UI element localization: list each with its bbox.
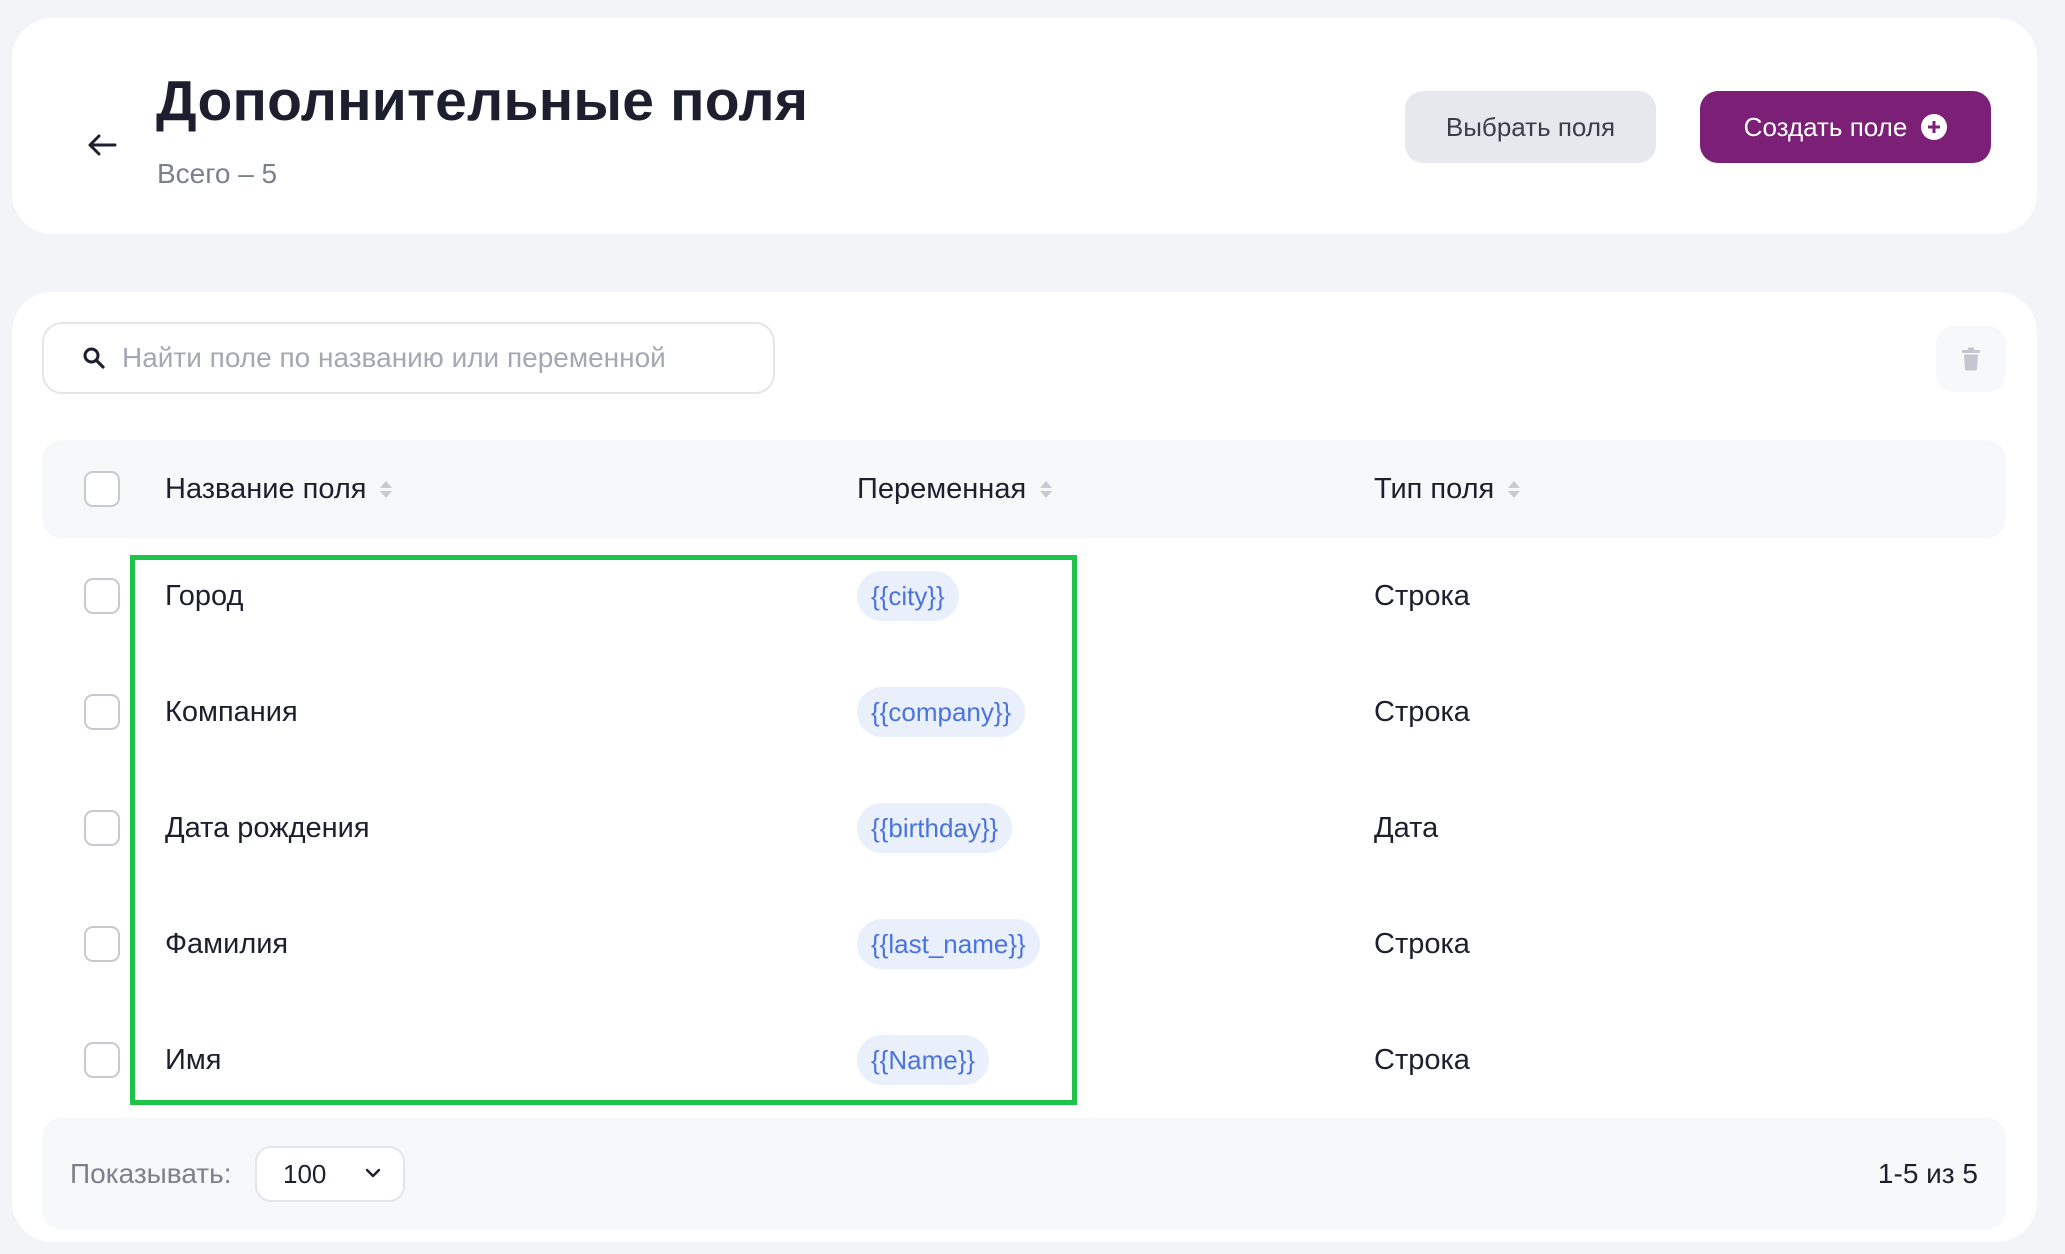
- variable-chip: {{birthday}}: [857, 803, 1013, 853]
- create-field-button[interactable]: Создать поле: [1700, 91, 1991, 163]
- per-page-label: Показывать:: [70, 1158, 232, 1189]
- search-box[interactable]: [42, 322, 775, 394]
- table-row[interactable]: Компания {{company}} Строка: [42, 654, 2006, 770]
- table-row[interactable]: Имя {{Name}} Строка: [42, 1002, 2006, 1118]
- create-field-label: Создать поле: [1743, 111, 1908, 142]
- row-checkbox[interactable]: [84, 694, 120, 730]
- sort-icon: [380, 480, 393, 498]
- select-all-checkbox[interactable]: [84, 471, 120, 507]
- search-icon: [83, 347, 105, 369]
- variable-chip: {{last_name}}: [857, 919, 1040, 969]
- search-input[interactable]: [122, 342, 742, 374]
- column-header-name[interactable]: Название поля: [165, 440, 393, 538]
- column-header-variable[interactable]: Переменная: [857, 440, 1053, 538]
- field-name: Имя: [165, 1043, 222, 1076]
- table-row[interactable]: Дата рождения {{birthday}} Дата: [42, 770, 2006, 886]
- fields-table-card: Название поля Переменная Тип поля Город …: [12, 292, 2037, 1242]
- sort-icon: [1508, 480, 1521, 498]
- table-header: Название поля Переменная Тип поля: [42, 440, 2006, 538]
- table-row[interactable]: Город {{city}} Строка: [42, 538, 2006, 654]
- field-name: Город: [165, 579, 244, 612]
- field-name: Дата рождения: [165, 811, 370, 844]
- select-fields-label: Выбрать поля: [1445, 111, 1616, 142]
- total-count: Всего – 5: [157, 158, 278, 189]
- select-fields-button[interactable]: Выбрать поля: [1405, 91, 1656, 163]
- field-type: Дата: [1374, 811, 1439, 844]
- row-checkbox[interactable]: [84, 1042, 120, 1078]
- row-checkbox[interactable]: [84, 578, 120, 614]
- chevron-down-icon: [365, 1168, 381, 1178]
- field-type: Строка: [1374, 695, 1470, 728]
- page-title: Дополнительные поля: [156, 69, 809, 133]
- pagination-info: 1-5 из 5: [1877, 1158, 1978, 1189]
- field-type: Строка: [1374, 927, 1470, 960]
- field-type: Строка: [1374, 579, 1470, 612]
- column-header-label: Тип поля: [1374, 472, 1495, 505]
- per-page-select[interactable]: 100: [255, 1146, 405, 1202]
- per-page-value: 100: [283, 1158, 327, 1189]
- variable-chip: {{Name}}: [857, 1035, 990, 1085]
- back-button[interactable]: [72, 120, 132, 170]
- arrow-left-icon: [88, 134, 117, 156]
- header-card: Дополнительные поля Всего – 5 Выбрать по…: [12, 18, 2037, 234]
- row-checkbox[interactable]: [84, 810, 120, 846]
- table-footer: Показывать: 100 1-5 из 5: [42, 1118, 2006, 1230]
- column-header-label: Переменная: [857, 472, 1027, 505]
- field-name: Фамилия: [165, 927, 289, 960]
- column-header-type[interactable]: Тип поля: [1374, 440, 1521, 538]
- plus-circle-icon: [1921, 114, 1948, 140]
- delete-button[interactable]: [1936, 326, 2006, 392]
- field-name: Компания: [165, 695, 298, 728]
- row-checkbox[interactable]: [84, 926, 120, 962]
- field-type: Строка: [1374, 1043, 1470, 1076]
- sort-icon: [1040, 480, 1053, 498]
- variable-chip: {{company}}: [857, 687, 1026, 737]
- table-row[interactable]: Фамилия {{last_name}} Строка: [42, 886, 2006, 1002]
- trash-icon: [1962, 347, 1980, 371]
- variable-chip: {{city}}: [857, 571, 959, 621]
- column-header-label: Название поля: [165, 472, 367, 505]
